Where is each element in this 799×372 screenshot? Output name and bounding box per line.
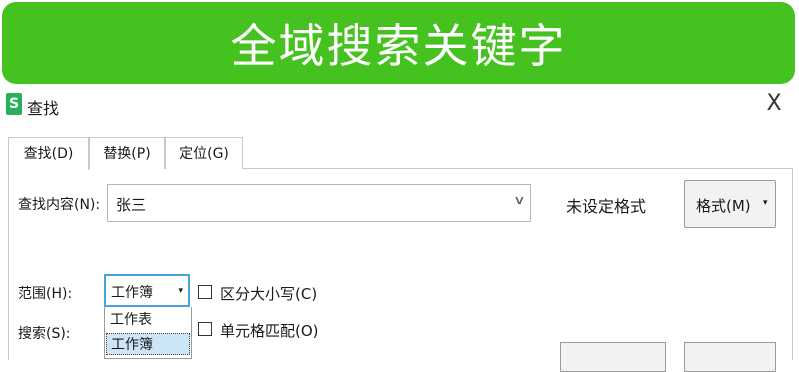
dialog-title: 查找 [27,99,60,118]
format-status-text: 未设定格式 [566,197,647,216]
tab-find[interactable]: 查找(D) [8,137,89,170]
find-content-label: 查找内容(N): [18,197,101,213]
search-label: 搜索(S): [18,326,71,342]
app-logo-icon: S [6,93,22,115]
find-content-value: 张三 [116,196,147,214]
options-button[interactable] [684,342,776,372]
special-content-button[interactable] [560,342,666,372]
format-button-label: 格式(M) [696,197,751,215]
tab-replace[interactable]: 替换(P) [89,137,165,169]
dropdown-arrow-icon: ▾ [763,198,768,208]
format-button[interactable]: 格式(M) ▾ [684,180,776,228]
match-case-label: 区分大小写(C) [220,285,318,303]
match-cell-checkbox[interactable] [198,322,212,336]
dropdown-arrow-icon: ▾ [178,286,183,296]
scope-option-workbook[interactable]: 工作簿 [106,333,190,355]
banner-title: 全域搜索关键字 [230,19,567,73]
dialog-titlebar: S 查找 X [0,88,799,122]
chevron-down-icon[interactable]: ∨ [513,193,525,207]
find-dialog: S 查找 X 查找(D) 替换(P) 定位(G) 查找内容(N): 张三 ∨ 未… [0,88,799,372]
scope-label: 范围(H): [18,286,73,302]
close-icon[interactable]: X [762,92,786,116]
scope-select[interactable]: 工作簿 ▾ [104,274,190,307]
scope-selected-value: 工作簿 [111,285,153,301]
match-cell-label: 单元格匹配(O) [220,322,319,340]
tab-goto[interactable]: 定位(G) [165,137,243,169]
scope-dropdown-list: 工作表 工作簿 [104,307,192,359]
match-case-checkbox[interactable] [198,285,212,299]
banner: 全域搜索关键字 [2,2,795,84]
scope-option-worksheet[interactable]: 工作表 [106,309,190,331]
find-content-input[interactable]: 张三 ∨ [107,184,531,222]
